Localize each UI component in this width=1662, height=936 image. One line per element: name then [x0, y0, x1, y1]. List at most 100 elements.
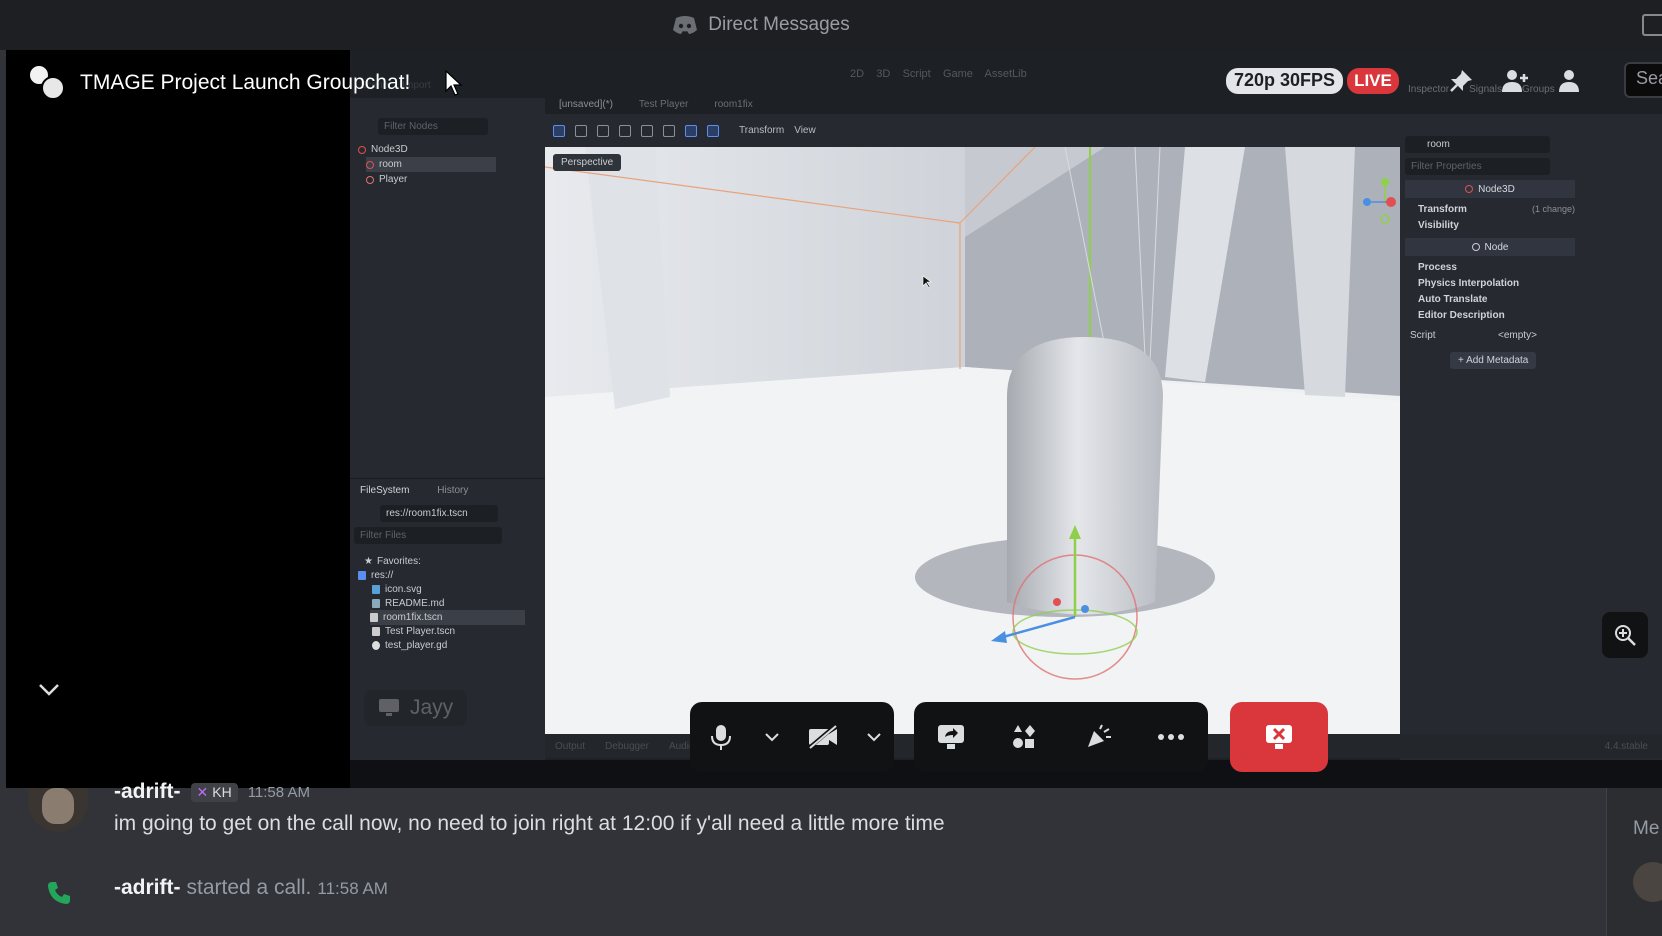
fs-tab-history: History [437, 485, 469, 496]
chevron-down-icon [866, 733, 881, 742]
leave-call-icon [1266, 725, 1292, 749]
soundboard-button[interactable] [1078, 717, 1118, 757]
mic-options-button[interactable] [762, 717, 782, 757]
ghost-main-screens: 2D 3D Script Game AssetLib [850, 68, 1027, 80]
screen-2d: 2D [850, 68, 865, 80]
search-input[interactable]: Sea [1624, 62, 1662, 98]
player-icon [366, 175, 374, 184]
script-value: <empty> [1498, 330, 1537, 341]
fs-readme: README.md [372, 596, 444, 611]
role-tag-label: KH [212, 784, 232, 800]
camera-options-button[interactable] [864, 717, 884, 757]
members-panel: Me [1606, 788, 1662, 936]
node-section-label: Node [1484, 241, 1509, 253]
quality-badge: 720p 30FPS [1226, 68, 1344, 94]
fs-file-label: icon.svg [385, 584, 422, 595]
camera-button[interactable] [803, 717, 843, 757]
node3d-icon [1465, 185, 1474, 193]
more-options-button[interactable] [1151, 717, 1191, 757]
call-header-actions [1446, 66, 1584, 96]
gear-icon [372, 641, 380, 650]
tab-debugger: Debugger [605, 740, 649, 752]
activities-button[interactable] [1004, 717, 1044, 757]
add-metadata-button: + Add Metadata [1450, 352, 1537, 369]
filesystem-dock: FileSystem History res://room1fix.tscn F… [350, 478, 545, 778]
tab-inspector: Inspector [1408, 84, 1450, 95]
call-title: TMAGE Project Launch Groupchat! [80, 71, 411, 94]
window-titlebar: Direct Messages [0, 0, 1662, 50]
avatar[interactable] [28, 788, 88, 832]
zoom-button[interactable] [1602, 612, 1648, 658]
node-icon [1471, 243, 1480, 251]
fs-test-player-gd: test_player.gd [372, 638, 447, 653]
fs-file-label: test_player.gd [385, 640, 448, 651]
activity-controls [914, 702, 1208, 772]
perspective-menu: Perspective [553, 154, 622, 171]
dm-header: Direct Messages [672, 14, 850, 36]
pin-icon[interactable] [1446, 66, 1476, 96]
zoom-in-icon [1615, 625, 1636, 646]
phone-icon [46, 880, 72, 906]
collapse-chevron-icon[interactable] [36, 676, 62, 702]
microphone-icon [710, 725, 731, 750]
screen-share-icon [937, 725, 964, 749]
prop-auto-translate: Auto Translate [1418, 294, 1488, 305]
scene-tab-unsaved: [unsaved](*) [559, 98, 613, 110]
tree-node3d-label: Node3D [371, 144, 408, 155]
streamer-name: Jayy [410, 696, 454, 719]
screen-share-button[interactable] [931, 717, 971, 757]
inbox-icon[interactable] [1642, 14, 1662, 36]
fs-icon-svg: icon.svg [372, 582, 422, 597]
md-file-icon [372, 599, 380, 608]
system-message: -adrift- started a call. 11:58 AM [114, 876, 388, 900]
tree-player-label: Player [379, 174, 408, 185]
screen-assetlib: AssetLib [984, 68, 1027, 80]
disconnect-button[interactable] [1230, 702, 1328, 772]
role-tag[interactable]: ✕ KH [190, 782, 238, 802]
message-timestamp: 11:58 AM [247, 783, 310, 801]
editor-toolbar: Transform View [545, 114, 1415, 147]
screen-script: Script [902, 68, 931, 80]
stream-watermark: Jayy [364, 690, 468, 726]
tree-node3d: Node3D [358, 142, 408, 157]
scene-dock: Filter Nodes Node3D room Player [350, 98, 545, 478]
message-header: -adrift- ✕ KH 11:58 AM [114, 780, 310, 804]
members-icon[interactable] [1554, 66, 1584, 96]
fs-tab-filesystem: FileSystem [360, 485, 410, 496]
scene-file-icon [372, 627, 380, 636]
stream-video[interactable]: Scene Import 2D 3D Script Game AssetLib … [350, 50, 1662, 788]
fs-path-field: res://room1fix.tscn [380, 505, 498, 522]
prop-transform: Transform [1418, 204, 1467, 215]
fs-file-label: README.md [385, 598, 445, 609]
inspector-node-select: room [1405, 136, 1550, 153]
member-avatar[interactable] [1633, 862, 1662, 902]
rotate-tool-icon [597, 124, 609, 137]
fs-favorites: ★ Favorites: [364, 554, 421, 569]
add-friends-icon[interactable] [1500, 66, 1530, 96]
fs-res-label: res:// [371, 570, 394, 581]
node3d-icon [358, 145, 366, 154]
mute-button[interactable] [701, 717, 741, 757]
message-author[interactable]: -adrift- [114, 780, 181, 804]
node-section: Node [1405, 238, 1575, 256]
svg-file-icon [372, 585, 380, 594]
call-view: Scene Import 2D 3D Script Game AssetLib … [6, 50, 1662, 788]
tree-player: Player [366, 172, 407, 187]
filter-nodes-field: Filter Nodes [378, 118, 488, 135]
prop-editor-desc: Editor Description [1418, 310, 1505, 321]
system-author[interactable]: -adrift- [114, 876, 181, 900]
star-icon: ★ [364, 556, 373, 567]
mouse-cursor-icon [445, 69, 463, 96]
scale-tool-icon [619, 124, 631, 137]
scene-tab-test-player: Test Player [638, 98, 689, 110]
fs-file-label: Test Player.tscn [385, 626, 456, 637]
activities-icon [1013, 725, 1036, 748]
stream-quality: 720p 30FPS LIVE [1226, 68, 1399, 94]
move-tool-icon [575, 124, 587, 137]
system-timestamp: 11:58 AM [317, 879, 388, 898]
fs-favorites-label: Favorites: [376, 556, 421, 567]
screen-game: Game [942, 68, 973, 80]
prop-physics: Physics Interpolation [1418, 278, 1520, 289]
call-header: TMAGE Project Launch Groupchat! [28, 64, 464, 102]
transform-menu: Transform [739, 125, 785, 136]
